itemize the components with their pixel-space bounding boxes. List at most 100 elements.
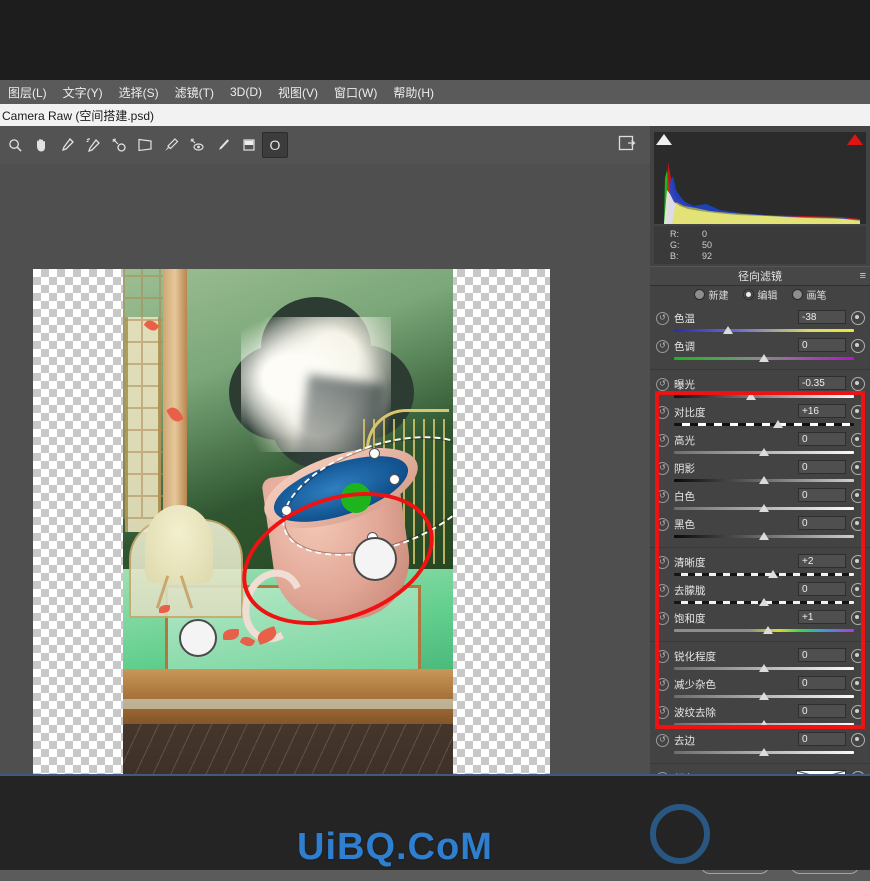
slider-reset-icon[interactable]: ↺ <box>656 462 669 475</box>
slider-knob[interactable] <box>759 354 769 362</box>
radial-filter-pin-tertiary[interactable] <box>179 619 217 657</box>
menu-item-3d[interactable]: 3D(D) <box>222 85 270 99</box>
menu-item-type[interactable]: 文字(Y) <box>55 84 111 101</box>
slider-value-field[interactable]: 0 <box>798 732 846 746</box>
slider-target-icon[interactable] <box>851 489 865 503</box>
menu-item-view[interactable]: 视图(V) <box>270 84 326 101</box>
slider-reset-icon[interactable]: ↺ <box>656 490 669 503</box>
panel-menu-icon[interactable]: ≡ <box>860 270 867 282</box>
slider-target-icon[interactable] <box>851 517 865 531</box>
menu-item-window[interactable]: 窗口(W) <box>326 84 385 101</box>
white-balance-tool-icon[interactable] <box>54 132 80 158</box>
slider-track[interactable] <box>674 720 860 729</box>
hand-tool-icon[interactable] <box>28 132 54 158</box>
slider-target-icon[interactable] <box>851 461 865 475</box>
slider-value-field[interactable]: 0 <box>798 516 846 530</box>
image-preview-canvas[interactable] <box>0 164 650 779</box>
slider-knob[interactable] <box>762 626 773 634</box>
menu-item-layer[interactable]: 图层(L) <box>0 84 55 101</box>
slider-target-icon[interactable] <box>851 311 865 325</box>
slider-track[interactable] <box>674 570 860 579</box>
mode-option-edit[interactable]: 编辑 <box>742 287 778 302</box>
slider-value-field[interactable]: 0 <box>798 460 846 474</box>
slider-reset-icon[interactable]: ↺ <box>656 678 669 691</box>
slider-target-icon[interactable] <box>851 377 865 391</box>
slider-value-field[interactable]: +2 <box>798 554 846 568</box>
menu-item-select[interactable]: 选择(S) <box>111 84 167 101</box>
slider-reset-icon[interactable]: ↺ <box>656 734 669 747</box>
zoom-tool-icon[interactable] <box>2 132 28 158</box>
slider-target-icon[interactable] <box>851 611 865 625</box>
radial-filter-handle-top[interactable] <box>369 448 380 459</box>
slider-value-field[interactable]: 0 <box>798 488 846 502</box>
shadow-clipping-warning-icon[interactable] <box>656 134 672 145</box>
slider-track[interactable] <box>674 392 860 401</box>
crop-tool-icon[interactable] <box>132 132 158 158</box>
menu-item-help[interactable]: 帮助(H) <box>385 84 442 101</box>
slider-reset-icon[interactable]: ↺ <box>656 612 669 625</box>
slider-track[interactable] <box>674 532 860 541</box>
color-sampler-tool-icon[interactable] <box>80 132 106 158</box>
targeted-adjustment-tool-icon[interactable] <box>106 132 132 158</box>
slider-target-icon[interactable] <box>851 405 865 419</box>
slider-value-field[interactable]: 0 <box>798 432 846 446</box>
slider-reset-icon[interactable]: ↺ <box>656 556 669 569</box>
slider-reset-icon[interactable]: ↺ <box>656 406 669 419</box>
slider-knob[interactable] <box>759 532 769 540</box>
graduated-filter-tool-icon[interactable] <box>236 132 262 158</box>
slider-track[interactable] <box>674 504 860 513</box>
slider-track[interactable] <box>674 748 860 757</box>
red-eye-tool-icon[interactable] <box>184 132 210 158</box>
slider-value-field[interactable]: -0.35 <box>798 376 846 390</box>
slider-reset-icon[interactable]: ↺ <box>656 340 669 353</box>
slider-value-field[interactable]: 0 <box>798 648 846 662</box>
slider-target-icon[interactable] <box>851 733 865 747</box>
slider-track[interactable] <box>674 326 860 335</box>
slider-reset-icon[interactable]: ↺ <box>656 312 669 325</box>
slider-reset-icon[interactable]: ↺ <box>656 650 669 663</box>
slider-knob[interactable] <box>759 664 769 672</box>
slider-value-field[interactable]: +1 <box>798 610 846 624</box>
slider-target-icon[interactable] <box>851 339 865 353</box>
slider-track[interactable] <box>674 420 860 429</box>
slider-track[interactable] <box>674 692 860 701</box>
slider-value-field[interactable]: -38 <box>798 310 846 324</box>
slider-knob[interactable] <box>759 692 769 700</box>
slider-value-field[interactable]: 0 <box>798 582 846 596</box>
mode-option-new[interactable]: 新建 <box>693 287 729 302</box>
slider-knob[interactable] <box>759 504 769 512</box>
slider-knob[interactable] <box>759 448 769 456</box>
highlight-clipping-warning-icon[interactable] <box>847 134 863 145</box>
slider-track[interactable] <box>674 448 860 457</box>
slider-reset-icon[interactable]: ↺ <box>656 378 669 391</box>
slider-track[interactable] <box>674 664 860 673</box>
histogram[interactable] <box>654 132 866 224</box>
slider-value-field[interactable]: 0 <box>798 704 846 718</box>
slider-knob[interactable] <box>746 392 757 400</box>
slider-track[interactable] <box>674 598 860 607</box>
spot-removal-tool-icon[interactable] <box>158 132 184 158</box>
open-preferences-icon[interactable] <box>618 134 638 154</box>
slider-target-icon[interactable] <box>851 555 865 569</box>
slider-knob[interactable] <box>759 720 769 728</box>
slider-track[interactable] <box>674 476 860 485</box>
slider-reset-icon[interactable]: ↺ <box>656 518 669 531</box>
slider-target-icon[interactable] <box>851 705 865 719</box>
slider-track[interactable] <box>674 354 860 363</box>
menu-item-filter[interactable]: 滤镜(T) <box>167 84 222 101</box>
slider-knob[interactable] <box>723 326 733 334</box>
slider-value-field[interactable]: +16 <box>798 404 846 418</box>
radial-filter-handle-right[interactable] <box>389 474 400 485</box>
slider-reset-icon[interactable]: ↺ <box>656 584 669 597</box>
slider-knob[interactable] <box>768 570 778 578</box>
slider-knob[interactable] <box>759 598 769 606</box>
slider-track[interactable] <box>674 626 860 635</box>
slider-target-icon[interactable] <box>851 433 865 447</box>
slider-knob[interactable] <box>759 748 769 756</box>
slider-target-icon[interactable] <box>851 583 865 597</box>
slider-knob[interactable] <box>773 420 784 428</box>
slider-knob[interactable] <box>759 476 769 484</box>
adjustment-brush-tool-icon[interactable] <box>210 132 236 158</box>
slider-target-icon[interactable] <box>851 677 865 691</box>
slider-reset-icon[interactable]: ↺ <box>656 434 669 447</box>
